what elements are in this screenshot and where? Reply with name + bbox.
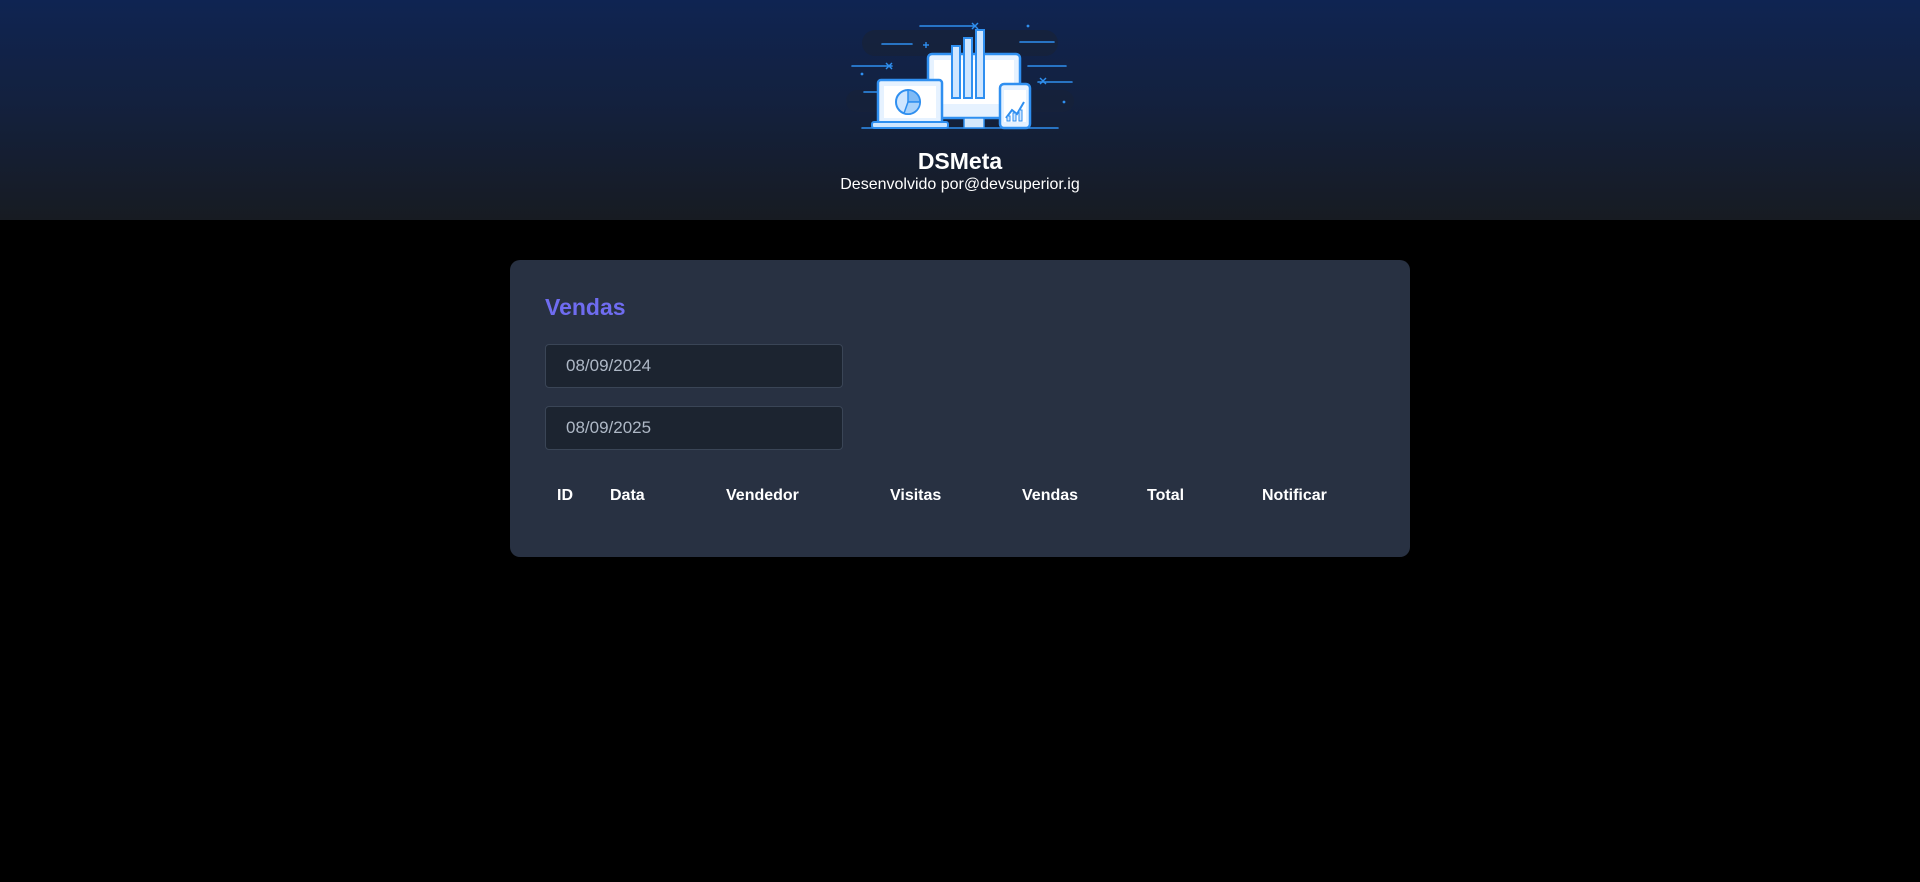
column-header-seller: Vendedor: [726, 487, 799, 504]
sales-title: Vendas: [545, 294, 626, 320]
dashboard-illustration-icon: [846, 22, 1074, 130]
column-header-id: ID: [557, 487, 573, 504]
column-header-visits: Visitas: [890, 487, 942, 504]
column-header-sales: Vendas: [1022, 487, 1079, 504]
column-header-total: Total: [1147, 487, 1185, 504]
sales-table-header: ID Data Vendedor Visitas Vendas Total No…: [510, 484, 1410, 508]
app-header: DSMeta Desenvolvido por@devsuperior.ig: [0, 0, 1920, 220]
column-header-notify: Notificar: [1262, 487, 1327, 504]
max-date-input[interactable]: 08/09/2025: [545, 406, 843, 450]
app-subtitle: Desenvolvido por@devsuperior.ig: [840, 176, 1080, 193]
column-header-date: Data: [610, 487, 645, 504]
app-title: DSMeta: [917, 148, 1003, 174]
sales-card: Vendas 08/09/2024 08/09/2025 ID Data Ven…: [510, 260, 1410, 557]
min-date-input[interactable]: 08/09/2024: [545, 344, 843, 388]
